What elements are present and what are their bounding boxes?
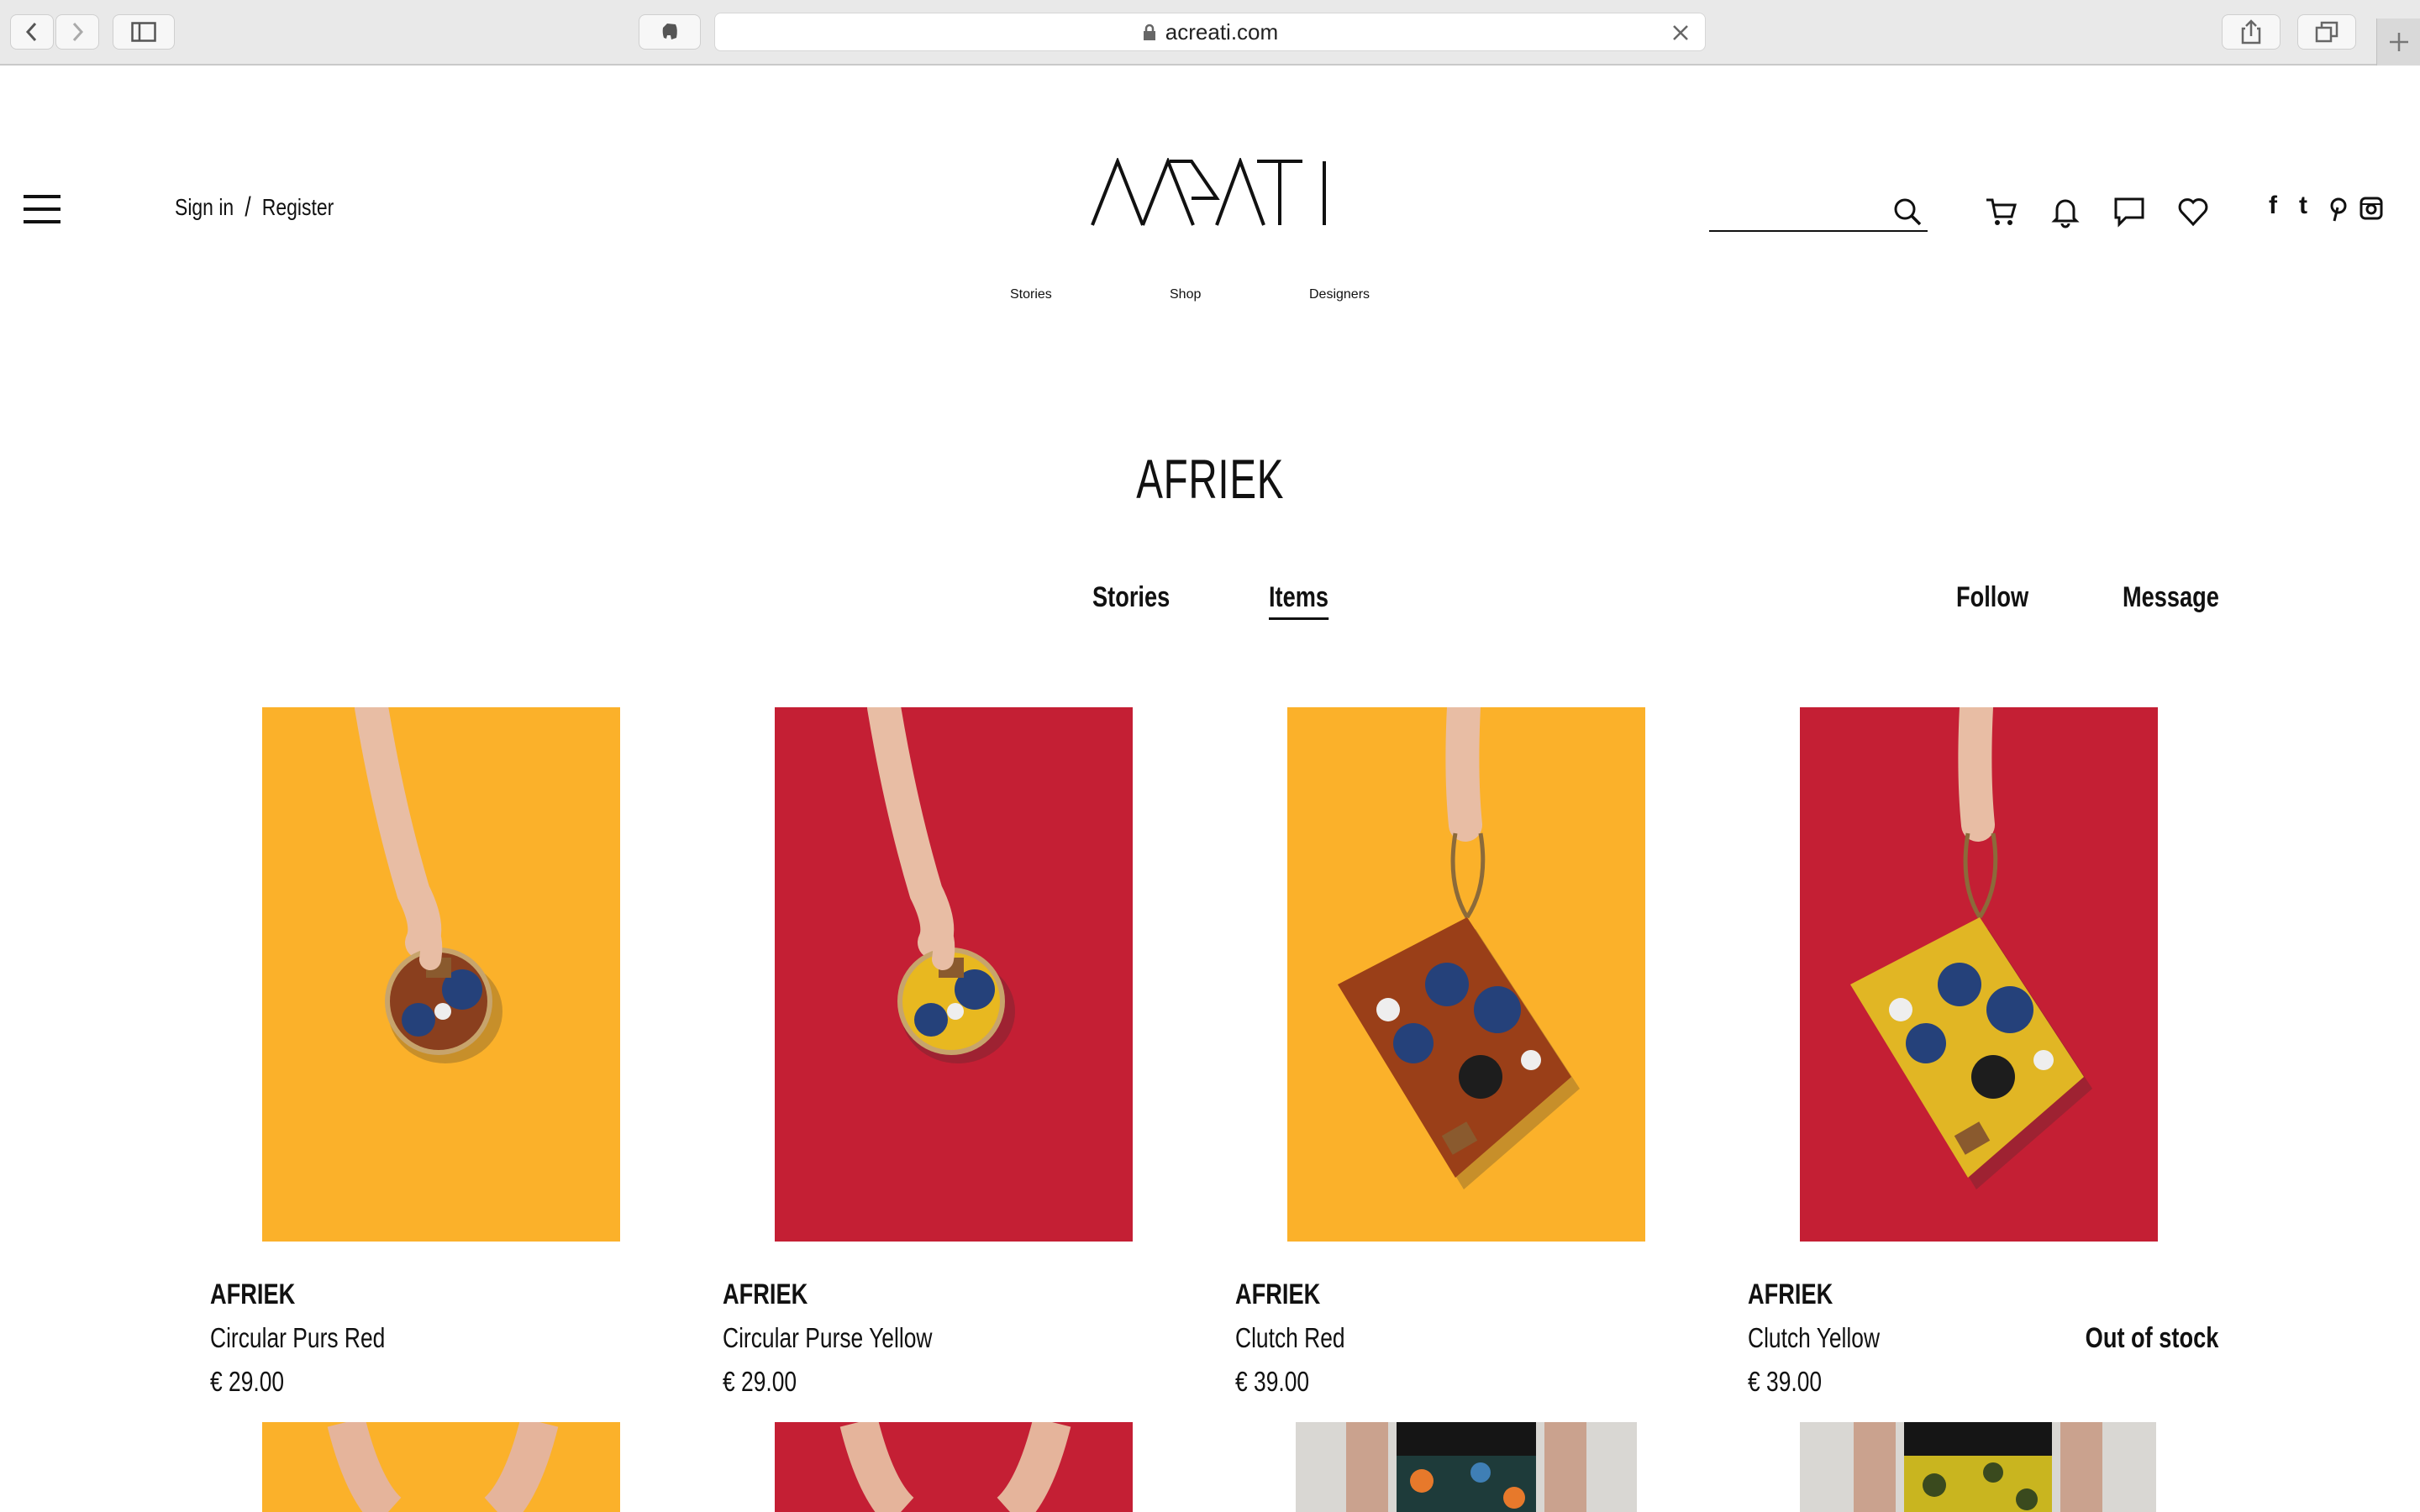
hands-image xyxy=(327,1422,559,1512)
product-image[interactable] xyxy=(262,707,620,1242)
share-button[interactable] xyxy=(2222,14,2281,50)
product-brand: AFRIEK xyxy=(1748,1278,1833,1310)
tabs-overview-button[interactable] xyxy=(2297,14,2356,50)
browser-toolbar: acreati.com xyxy=(0,0,2420,66)
tumblr-icon[interactable]: t xyxy=(2299,192,2307,220)
product-image-partial[interactable] xyxy=(1800,1422,2156,1512)
product-name[interactable]: Circular Purse Yellow xyxy=(723,1322,932,1354)
designer-title: AFRIEK xyxy=(1136,448,1284,510)
account-links: Sign in / Register xyxy=(175,192,334,223)
chevron-left-icon xyxy=(25,22,37,42)
clutch-photo xyxy=(1850,707,2092,1189)
product-image[interactable] xyxy=(1800,707,2158,1242)
stop-loading-button[interactable] xyxy=(1668,20,1693,45)
new-tab-button[interactable] xyxy=(2376,18,2420,66)
product-name[interactable]: Circular Purs Red xyxy=(210,1322,385,1354)
sign-in-link[interactable]: Sign in xyxy=(175,194,234,221)
sidebar-icon xyxy=(131,22,156,42)
share-icon xyxy=(2241,19,2261,45)
purse-photo xyxy=(867,707,1015,1063)
message-button[interactable]: Message xyxy=(2123,581,2219,614)
hands-image xyxy=(839,1422,1071,1512)
product-price: € 29.00 xyxy=(723,1366,797,1397)
product-price: € 39.00 xyxy=(1748,1366,1823,1397)
acreati-logo[interactable] xyxy=(1091,158,1328,227)
clutch-photo xyxy=(1338,707,1580,1189)
message-icon[interactable] xyxy=(2112,195,2146,228)
product-image[interactable] xyxy=(775,707,1133,1242)
heart-icon[interactable] xyxy=(2176,195,2210,228)
close-icon xyxy=(1673,25,1688,40)
cart-icon[interactable] xyxy=(1985,195,2018,228)
nav-shop[interactable]: Shop xyxy=(1170,287,1201,302)
pinterest-icon[interactable] xyxy=(2328,197,2349,222)
plus-icon xyxy=(2389,33,2408,51)
register-link[interactable]: Register xyxy=(262,194,334,221)
evernote-extension-button[interactable] xyxy=(639,14,701,50)
forward-button[interactable] xyxy=(55,14,99,50)
instagram-icon[interactable] xyxy=(2360,197,2383,220)
search-box xyxy=(1709,192,1928,232)
elephant-icon xyxy=(662,24,677,39)
bell-icon[interactable] xyxy=(2049,195,2082,228)
product-image[interactable] xyxy=(1287,707,1645,1242)
url-text: acreati.com xyxy=(1165,18,1279,45)
model-image xyxy=(1854,1422,2102,1512)
model-image xyxy=(1346,1422,1586,1512)
tabs-icon xyxy=(2315,21,2338,43)
search-icon[interactable] xyxy=(1892,197,1923,227)
product-name[interactable]: Clutch Yellow xyxy=(1748,1322,1880,1354)
product-price: € 29.00 xyxy=(210,1366,285,1397)
follow-button[interactable]: Follow xyxy=(1956,581,2028,614)
hamburger-icon xyxy=(24,195,60,198)
stock-status-badge: Out of stock xyxy=(2085,1322,2218,1354)
site-page: Sign in / Register f t Stories Shop Desi… xyxy=(0,67,2420,1512)
lock-icon xyxy=(1143,24,1155,40)
product-image-partial[interactable] xyxy=(262,1422,620,1512)
address-bar[interactable]: acreati.com xyxy=(714,13,1706,51)
tab-items[interactable]: Items xyxy=(1269,581,1329,620)
product-image-partial[interactable] xyxy=(1296,1422,1637,1512)
tab-stories[interactable]: Stories xyxy=(1092,581,1170,614)
product-brand: AFRIEK xyxy=(210,1278,296,1310)
auth-separator: / xyxy=(245,192,251,222)
product-brand: AFRIEK xyxy=(1235,1278,1321,1310)
menu-button[interactable] xyxy=(24,195,60,223)
product-price: € 39.00 xyxy=(1235,1366,1310,1397)
product-brand: AFRIEK xyxy=(723,1278,808,1310)
nav-designers[interactable]: Designers xyxy=(1309,287,1370,302)
product-name[interactable]: Clutch Red xyxy=(1235,1322,1345,1354)
facebook-icon[interactable]: f xyxy=(2269,192,2277,220)
sidebar-toggle-button[interactable] xyxy=(113,14,175,50)
chevron-right-icon xyxy=(72,22,84,42)
product-image-partial[interactable] xyxy=(775,1422,1133,1512)
nav-stories[interactable]: Stories xyxy=(1010,287,1052,302)
back-button[interactable] xyxy=(10,14,54,50)
purse-photo xyxy=(355,707,502,1063)
search-input[interactable] xyxy=(1709,192,1886,228)
